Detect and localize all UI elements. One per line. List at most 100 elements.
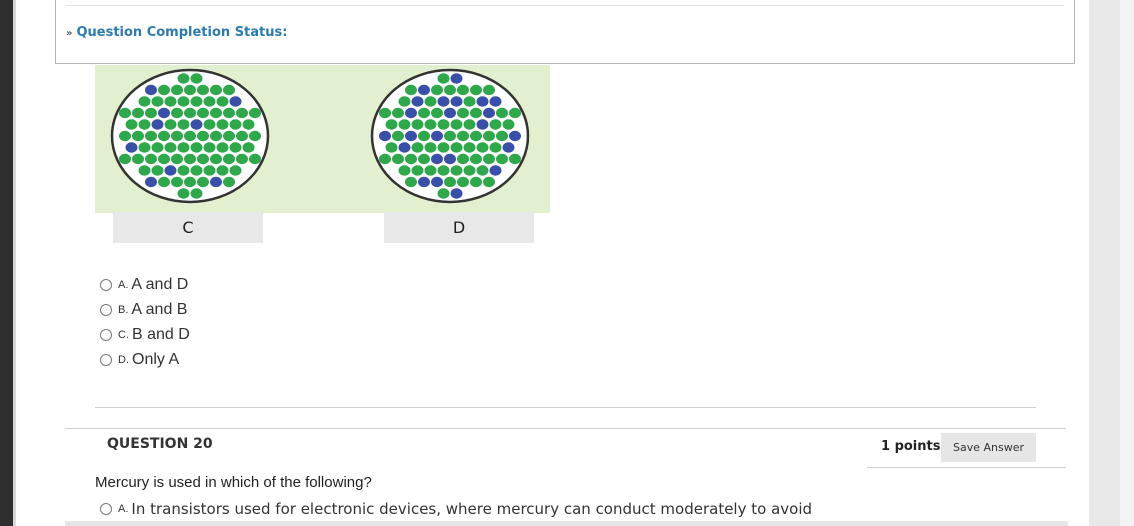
particle-dot bbox=[437, 165, 450, 176]
particle-dot bbox=[379, 153, 391, 165]
particle-dot bbox=[249, 107, 261, 119]
particle-dot bbox=[151, 165, 164, 176]
particle-dot bbox=[502, 142, 515, 153]
particle-dot bbox=[398, 96, 411, 107]
particle-circle-c bbox=[110, 68, 270, 204]
particle-dot bbox=[476, 165, 489, 176]
particle-dot bbox=[145, 130, 157, 142]
particle-dot bbox=[444, 176, 456, 188]
particle-dot bbox=[242, 119, 255, 130]
particle-dot bbox=[502, 119, 515, 130]
particle-dot bbox=[418, 130, 430, 142]
particle-dot bbox=[171, 107, 183, 119]
scrollbar-track[interactable] bbox=[1120, 0, 1134, 526]
particle-dot bbox=[483, 107, 495, 119]
radio-button[interactable] bbox=[100, 353, 112, 366]
particle-dot bbox=[418, 107, 430, 119]
particle-dot bbox=[463, 142, 476, 153]
particle-dot bbox=[164, 96, 177, 107]
status-label: Question Completion Status: bbox=[76, 25, 288, 40]
particle-dot bbox=[223, 153, 235, 165]
question-separator bbox=[95, 407, 1036, 408]
particle-dot bbox=[398, 119, 411, 130]
question-image bbox=[95, 65, 550, 213]
particle-dot bbox=[236, 130, 248, 142]
particle-dot bbox=[158, 84, 170, 96]
particle-dot bbox=[411, 96, 424, 107]
save-answer-button[interactable]: Save Answer bbox=[941, 433, 1036, 462]
option-letter: D. bbox=[118, 353, 129, 366]
particle-dot bbox=[424, 119, 437, 130]
particle-dot bbox=[411, 119, 424, 130]
particle-dot bbox=[457, 176, 469, 188]
particle-dot bbox=[223, 84, 235, 96]
particle-dot bbox=[496, 153, 508, 165]
particle-dot bbox=[216, 142, 229, 153]
particle-dot bbox=[405, 107, 417, 119]
particle-dot bbox=[450, 96, 463, 107]
radio-button[interactable] bbox=[100, 328, 112, 341]
option-a[interactable]: A. A and D bbox=[100, 272, 190, 297]
particle-dot bbox=[203, 165, 216, 176]
particle-dot bbox=[470, 84, 482, 96]
particle-dot bbox=[132, 130, 144, 142]
particle-dot bbox=[177, 96, 190, 107]
particle-dot bbox=[496, 107, 508, 119]
option-d[interactable]: D. Only A bbox=[100, 347, 190, 372]
radio-button[interactable] bbox=[100, 278, 112, 291]
particle-dot bbox=[210, 84, 222, 96]
particle-dot bbox=[190, 188, 203, 199]
particle-dot bbox=[392, 107, 404, 119]
particle-dot bbox=[489, 165, 502, 176]
question-points-box: 1 points Save Answer bbox=[867, 429, 1066, 468]
particle-dot bbox=[145, 153, 157, 165]
particle-dot bbox=[463, 119, 476, 130]
option-b[interactable]: B. A and B bbox=[100, 297, 190, 322]
particle-dot bbox=[444, 84, 456, 96]
particle-dot bbox=[411, 165, 424, 176]
answer-option-a[interactable]: A. In transistors used for electronic de… bbox=[100, 498, 812, 520]
particle-dot bbox=[236, 107, 248, 119]
option-letter: A. bbox=[118, 503, 129, 515]
particle-dot bbox=[177, 142, 190, 153]
particle-dot bbox=[210, 176, 222, 188]
particle-dot bbox=[197, 84, 209, 96]
radio-button[interactable] bbox=[100, 503, 112, 515]
particle-dot bbox=[457, 84, 469, 96]
option-c[interactable]: C. B and D bbox=[100, 322, 190, 347]
left-frame-border bbox=[13, 0, 16, 526]
particle-dot bbox=[197, 107, 209, 119]
question-title: QUESTION 20 bbox=[107, 436, 213, 452]
particle-dot bbox=[411, 142, 424, 153]
particle-dot bbox=[190, 96, 203, 107]
particle-dot bbox=[151, 142, 164, 153]
particle-dot bbox=[158, 176, 170, 188]
option-text: B and D bbox=[132, 325, 190, 343]
particle-dot bbox=[190, 73, 203, 84]
particle-dot bbox=[483, 153, 495, 165]
particle-dot bbox=[470, 107, 482, 119]
particle-dot bbox=[190, 142, 203, 153]
question-text: Mercury is used in which of the followin… bbox=[95, 474, 372, 491]
particle-dot bbox=[437, 188, 450, 199]
particle-dot bbox=[145, 176, 157, 188]
particle-dot bbox=[145, 84, 157, 96]
question-completion-status-toggle[interactable]: » Question Completion Status: bbox=[66, 25, 287, 40]
particle-dot bbox=[164, 142, 177, 153]
particle-dot bbox=[210, 153, 222, 165]
particle-dot bbox=[210, 107, 222, 119]
particle-dot bbox=[171, 130, 183, 142]
particle-dot bbox=[418, 176, 430, 188]
particle-dot bbox=[431, 107, 443, 119]
option-letter: B. bbox=[118, 303, 129, 316]
particle-dot bbox=[197, 153, 209, 165]
particle-dot bbox=[457, 153, 469, 165]
particle-dot bbox=[151, 119, 164, 130]
particle-dot bbox=[476, 142, 489, 153]
particle-dot bbox=[470, 153, 482, 165]
particle-dot bbox=[450, 73, 463, 84]
radio-button[interactable] bbox=[100, 303, 112, 316]
particle-dot bbox=[184, 107, 196, 119]
particle-dot bbox=[437, 96, 450, 107]
particle-dot bbox=[405, 153, 417, 165]
